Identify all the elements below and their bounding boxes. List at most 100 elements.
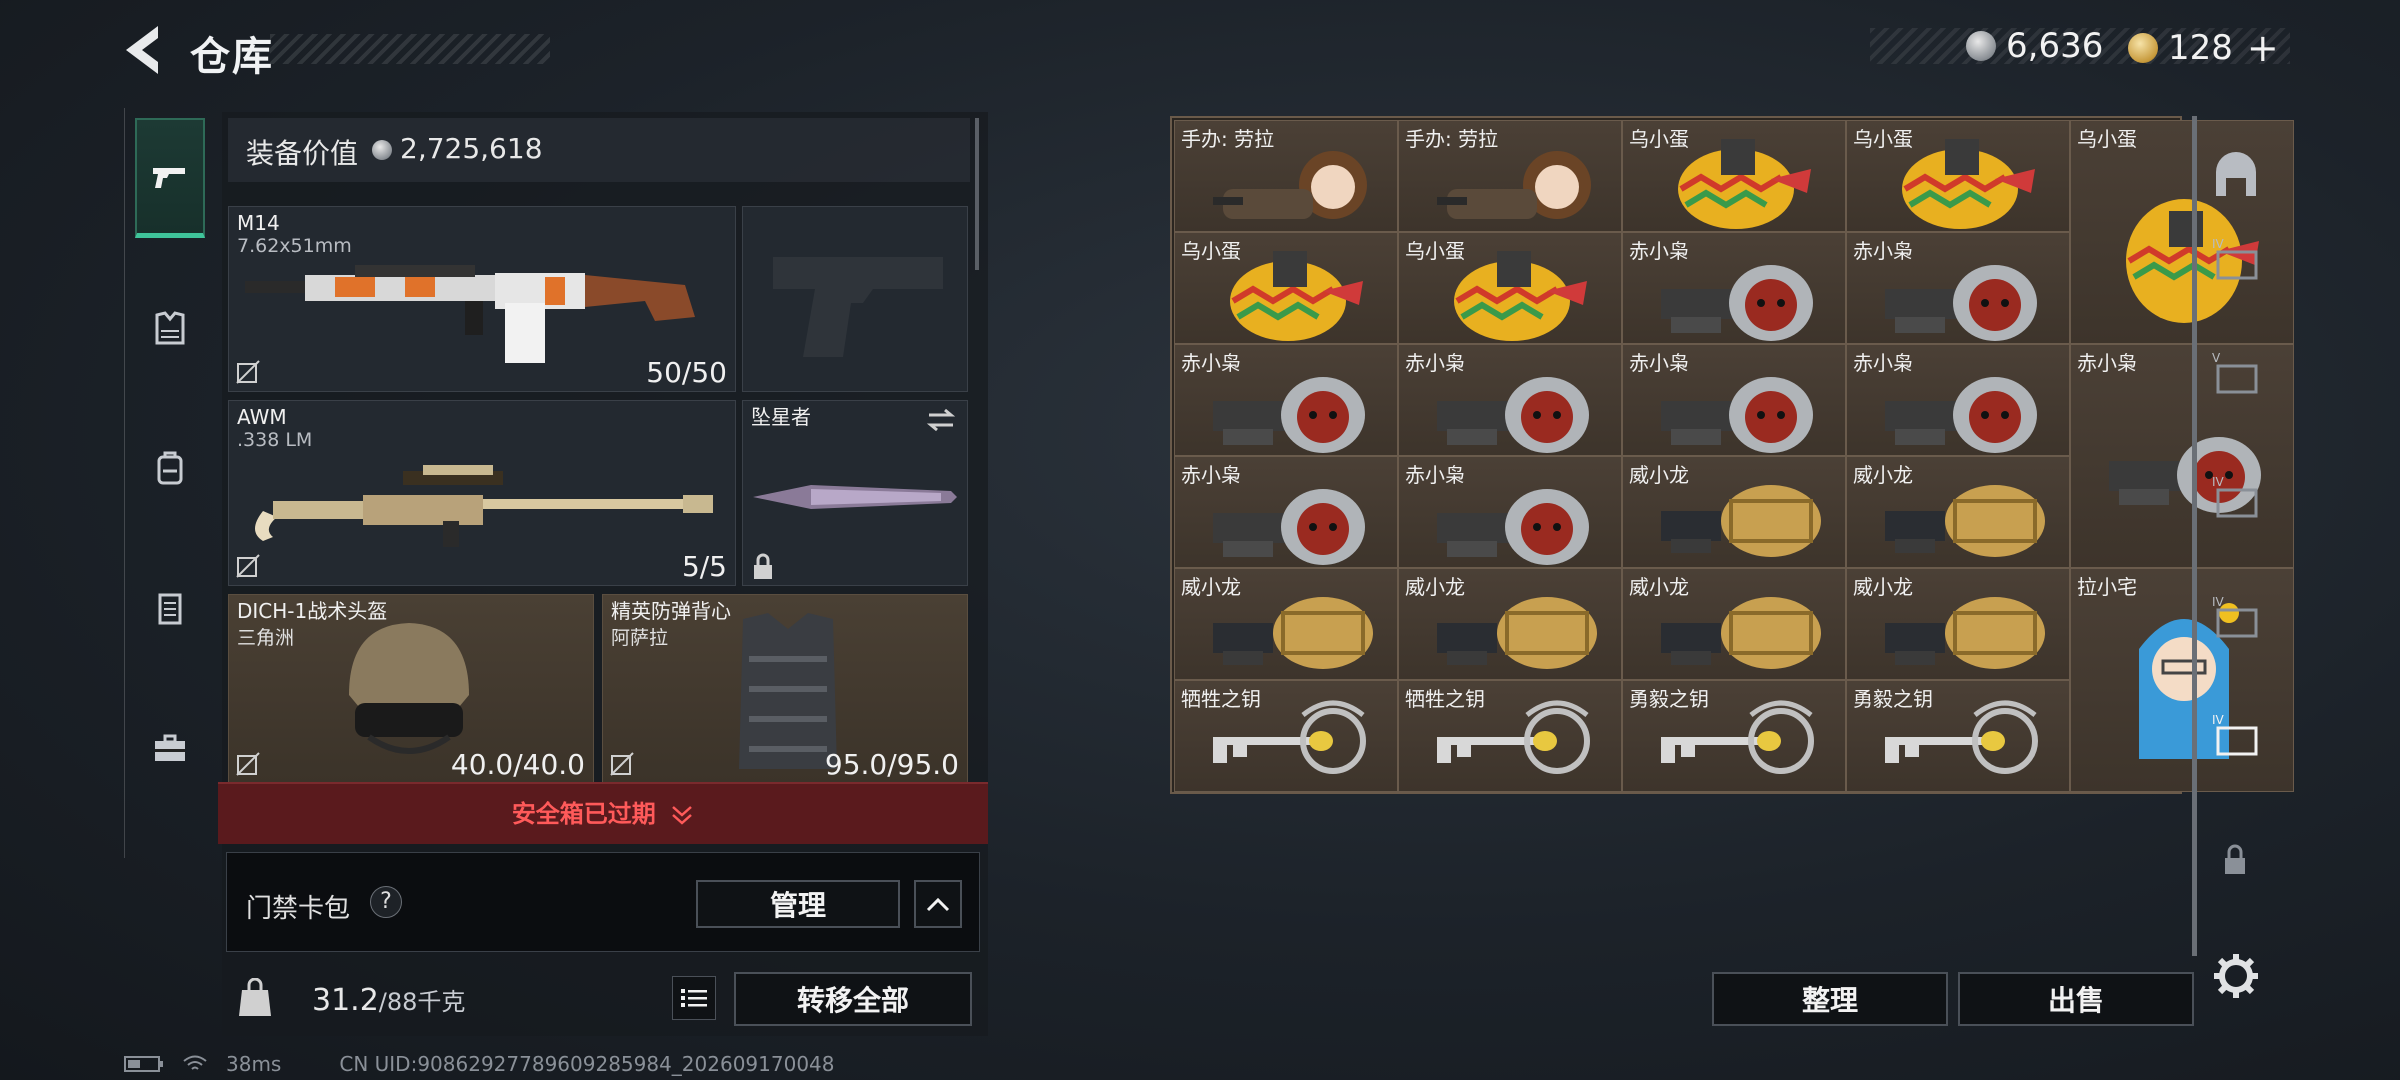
inventory-item[interactable]: 赤小枭 — [1398, 344, 1622, 456]
lock-icon — [754, 553, 772, 579]
container-tier4-selected-icon[interactable]: IV — [2210, 710, 2262, 762]
secondary-weapon-slot[interactable]: AWM .338 LM 5/5 — [228, 400, 736, 586]
falling-star-knife-icon — [753, 485, 957, 509]
item-label: 牺牲之钥 — [1181, 687, 1261, 711]
inventory-item[interactable]: 乌小蛋 — [1398, 232, 1622, 344]
help-button[interactable]: ? — [370, 886, 402, 918]
nav-backpack[interactable] — [135, 408, 205, 528]
container-tier5-icon[interactable]: V — [2210, 348, 2262, 400]
wifi-icon — [183, 1055, 207, 1070]
sort-button[interactable]: 整理 — [1712, 972, 1948, 1026]
item-label: 赤小枭 — [1853, 351, 1913, 375]
helmet-slot[interactable]: DICH-1战术头盔 三角洲 40.0/40.0 — [228, 594, 594, 784]
inventory-item[interactable]: 威小龙 — [1622, 456, 1846, 568]
expand-button[interactable] — [914, 880, 962, 928]
inventory-item[interactable]: 牺牲之钥 — [1174, 680, 1398, 792]
inventory-item[interactable]: 牺牲之钥 — [1398, 680, 1622, 792]
nav-weapons[interactable] — [135, 118, 205, 238]
inventory-item[interactable]: 赤小枭 — [1174, 344, 1398, 456]
safe-case-icon[interactable] — [2210, 150, 2262, 202]
vest-durability: 95.0/95.0 — [824, 748, 959, 781]
inventory-item[interactable]: 威小龙 — [1398, 568, 1622, 680]
add-currency-button[interactable]: + — [2247, 26, 2279, 70]
chevron-up-icon — [926, 897, 950, 912]
battery-icon — [124, 1056, 163, 1072]
item-label: 赤小枭 — [1181, 463, 1241, 487]
inventory-item[interactable]: 威小龙 — [1622, 568, 1846, 680]
nav-rig[interactable] — [135, 548, 205, 668]
equipment-value-amount: 2,725,618 — [400, 132, 543, 165]
nav-case[interactable] — [135, 688, 205, 808]
settings-gear-icon[interactable] — [2210, 950, 2262, 1002]
awm-rifle-icon — [255, 465, 713, 547]
inventory-item[interactable]: 赤小枭 — [1174, 456, 1398, 568]
pistol-placeholder-icon — [773, 257, 943, 357]
svg-text:V: V — [2212, 351, 2221, 365]
pistol-icon — [153, 167, 185, 188]
svg-text:IV: IV — [2212, 713, 2225, 727]
weight-max: /88千克 — [378, 988, 466, 1016]
status-bar: 38ms CN UID:9086292778960928598​4_202609… — [124, 1052, 835, 1076]
primary-weapon-slot[interactable]: M14 7.62x51mm 50/50 — [228, 206, 736, 392]
inventory-item[interactable]: 威小龙 — [1846, 568, 2070, 680]
item-label: 勇毅之钥 — [1629, 687, 1709, 711]
tactical-helmet-icon — [349, 623, 469, 754]
inventory-item[interactable]: 手办: 劳拉 — [1174, 120, 1398, 232]
loadout-scrollbar[interactable] — [975, 118, 979, 270]
keycard-pack-label: 门禁卡包 — [246, 894, 351, 924]
weapon-name: M14 — [237, 211, 280, 235]
safe-case-expired-notice[interactable]: 安全箱已过期 — [218, 794, 988, 829]
list-view-button[interactable] — [672, 976, 716, 1020]
inventory-item[interactable]: 赤小枭 — [1846, 344, 2070, 456]
item-label: 乌小蛋 — [1181, 239, 1241, 263]
sell-button[interactable]: 出售 — [1958, 972, 2194, 1026]
item-label: 威小龙 — [1853, 575, 1913, 599]
svg-text:IV: IV — [2212, 475, 2225, 489]
inventory-item[interactable]: 乌小蛋 — [1174, 232, 1398, 344]
inventory-item[interactable]: 乌小蛋 — [1846, 120, 2070, 232]
lock-icon[interactable] — [2220, 834, 2250, 886]
pistol-slot[interactable] — [742, 206, 968, 392]
vest-faction: 阿萨拉 — [611, 627, 669, 649]
transfer-all-button[interactable]: 转移全部 — [734, 972, 972, 1026]
vest-slot[interactable]: 精英防弹背心 阿萨拉 95.0/95.0 — [602, 594, 968, 784]
nav-armor[interactable] — [135, 268, 205, 388]
inventory-item[interactable]: 手办: 劳拉 — [1398, 120, 1622, 232]
item-label: 赤小枭 — [1629, 351, 1689, 375]
item-label: 威小龙 — [1629, 463, 1689, 487]
inventory-scrollbar[interactable] — [2192, 116, 2197, 956]
melee-slot[interactable]: 坠星者 — [742, 400, 968, 586]
inventory-item[interactable]: 乌小蛋 — [1622, 120, 1846, 232]
item-label: 赤小枭 — [2077, 351, 2137, 375]
inventory-item[interactable]: 赤小枭 — [1622, 232, 1846, 344]
container-tier4c-icon[interactable]: IV — [2210, 592, 2262, 644]
inventory-item[interactable]: 威小龙 — [1846, 456, 2070, 568]
back-button[interactable] — [120, 22, 170, 78]
manage-button[interactable]: 管理 — [696, 880, 900, 928]
item-label: 乌小蛋 — [1629, 127, 1689, 151]
melee-name: 坠星者 — [751, 405, 811, 429]
inventory-item[interactable]: 赤小枭 — [1622, 344, 1846, 456]
briefcase-icon — [155, 734, 185, 761]
category-nav — [124, 108, 211, 858]
inventory-item[interactable]: 赤小枭 — [1398, 456, 1622, 568]
item-label: 勇毅之钥 — [1853, 687, 1933, 711]
ammo-count: 50/50 — [646, 356, 727, 389]
item-label: 乌小蛋 — [1405, 239, 1465, 263]
item-label: 赤小枭 — [1405, 463, 1465, 487]
gold-currency[interactable]: 128 + — [2128, 26, 2279, 70]
item-label: 手办: 劳拉 — [1405, 127, 1499, 151]
item-label: 牺牲之钥 — [1405, 687, 1485, 711]
container-tier4-icon[interactable]: IV — [2210, 234, 2262, 286]
swap-icon[interactable] — [925, 407, 957, 433]
gold-amount: 128 — [2168, 28, 2233, 68]
inventory-item[interactable]: 勇毅之钥 — [1846, 680, 2070, 792]
weight-readout: 31.2/88千克 — [312, 982, 465, 1018]
inventory-item[interactable]: 赤小枭 — [1846, 232, 2070, 344]
svg-text:IV: IV — [2212, 237, 2225, 251]
inventory-item[interactable]: 勇毅之钥 — [1622, 680, 1846, 792]
inventory-item[interactable]: 威小龙 — [1174, 568, 1398, 680]
container-tier4b-icon[interactable]: IV — [2210, 472, 2262, 524]
item-label: 威小龙 — [1405, 575, 1465, 599]
weapon-name: AWM — [237, 405, 287, 429]
